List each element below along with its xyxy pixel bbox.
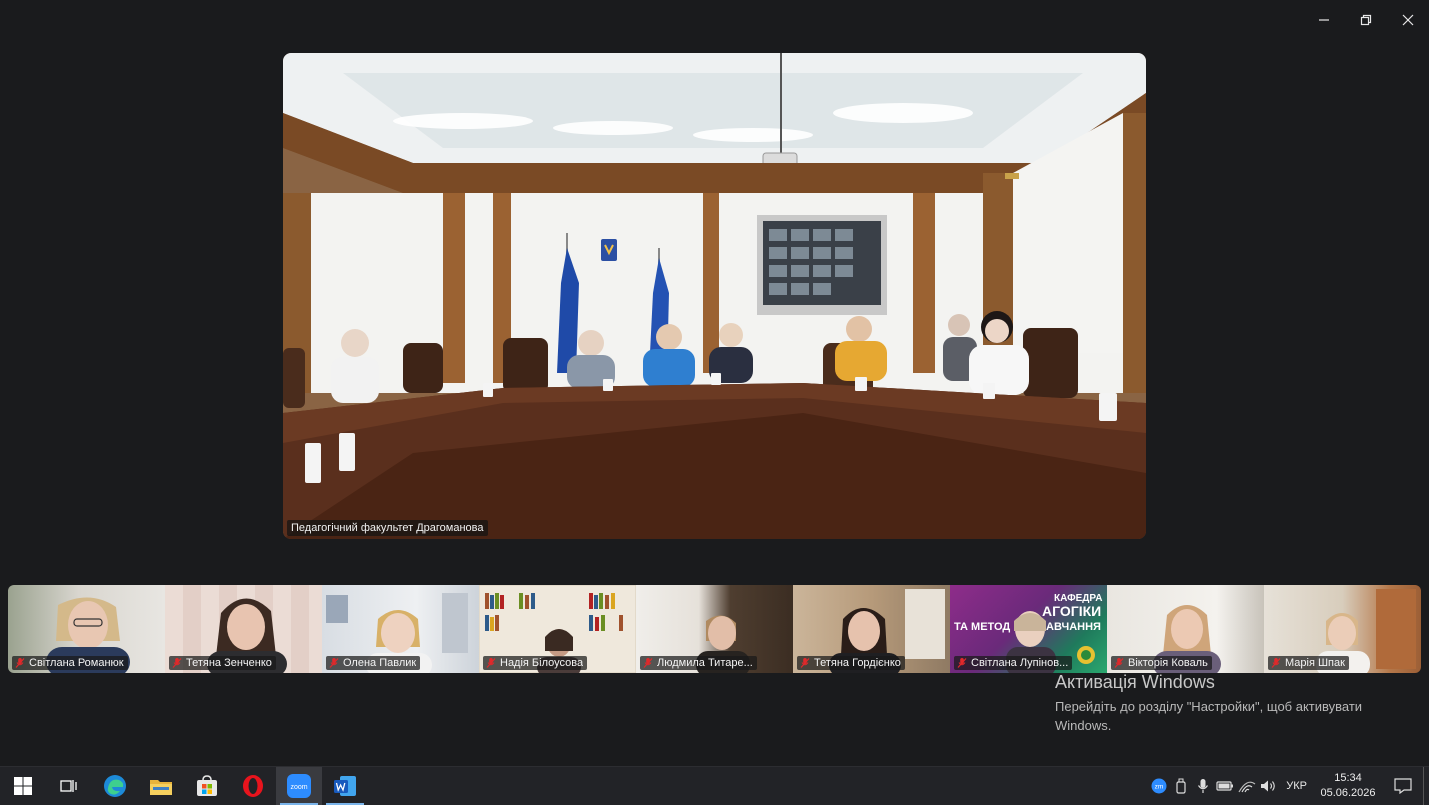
usb-device-tray-button[interactable] xyxy=(1170,767,1192,805)
participant-name: Олена Павлик xyxy=(343,657,417,669)
participant-label: Людмила Титаре... xyxy=(640,656,757,670)
participant-label: Олена Павлик xyxy=(326,656,421,670)
notifications-button[interactable] xyxy=(1383,767,1423,805)
mic-muted-icon xyxy=(329,658,339,668)
participant-tile[interactable]: Світлана Романюк xyxy=(8,585,165,673)
participant-name: Світлана Романюк xyxy=(29,657,124,669)
restore-button[interactable] xyxy=(1345,0,1387,40)
background-text: АГОГІКИ xyxy=(1042,603,1102,619)
window-controls xyxy=(1303,0,1429,40)
participant-label: Тетяна Зенченко xyxy=(169,656,276,670)
mic-muted-icon xyxy=(172,658,182,668)
battery-icon xyxy=(1216,781,1234,791)
clock-date: 05.06.2026 xyxy=(1320,787,1376,799)
show-desktop-button[interactable] xyxy=(1423,767,1429,805)
word-taskbar-button[interactable] xyxy=(322,767,368,805)
participant-name: Надія Білоусова xyxy=(500,657,584,669)
participant-tile[interactable]: КАФЕДРА АГОГІКИ ТА МЕТОД АВЧАННЯ Світлан… xyxy=(950,585,1107,673)
participant-label: Вікторія Коваль xyxy=(1111,656,1212,670)
edge-icon xyxy=(104,775,126,797)
mic-muted-icon xyxy=(643,658,653,668)
input-language-indicator[interactable]: УКР xyxy=(1280,780,1313,792)
mic-muted-icon xyxy=(15,658,25,668)
participant-name: Людмила Титаре... xyxy=(657,657,753,669)
background-text: АВЧАННЯ xyxy=(1046,621,1101,633)
mic-muted-icon xyxy=(486,658,496,668)
usb-device-icon xyxy=(1176,778,1186,794)
participant-label: Надія Білоусова xyxy=(483,656,588,670)
participant-tile[interactable]: Людмила Титаре... xyxy=(636,585,793,673)
taskbar: zoom zm УКР 15:34 05.06.2026 xyxy=(0,766,1429,805)
close-icon xyxy=(1402,14,1414,26)
mic-muted-icon xyxy=(800,658,810,668)
conference-room-scene xyxy=(283,53,1146,539)
participant-name: Тетяна Зенченко xyxy=(186,657,272,669)
participant-tile[interactable]: Тетяна Гордієнко xyxy=(793,585,950,673)
clock-time: 15:34 xyxy=(1334,772,1362,784)
participant-label: Тетяна Гордієнко xyxy=(797,656,905,670)
background-text: ТА МЕТОД xyxy=(954,621,1011,633)
volume-tray-button[interactable] xyxy=(1258,767,1280,805)
microphone-icon xyxy=(1198,779,1209,793)
store-icon xyxy=(197,775,217,796)
zoom-icon: zoom xyxy=(287,774,311,798)
windows-activation-watermark: Активація Windows Перейдіть до розділу "… xyxy=(1055,672,1385,735)
svg-text:zm: zm xyxy=(1155,784,1164,791)
participant-name: Тетяна Гордієнко xyxy=(814,657,901,669)
windows-logo-icon xyxy=(14,777,32,795)
mic-muted-icon xyxy=(1271,658,1281,668)
volume-icon xyxy=(1261,780,1276,792)
watermark-text: Перейдіть до розділу "Настройки", щоб ак… xyxy=(1055,699,1363,733)
minimize-icon xyxy=(1319,19,1329,21)
start-button[interactable] xyxy=(0,767,46,805)
opera-taskbar-button[interactable] xyxy=(230,767,276,805)
battery-tray-button[interactable] xyxy=(1214,767,1236,805)
watermark-title: Активація Windows xyxy=(1055,672,1215,692)
active-speaker-name: Педагогічний факультет Драгоманова xyxy=(287,520,488,536)
svg-text:zoom: zoom xyxy=(290,784,307,791)
minimize-button[interactable] xyxy=(1303,0,1345,40)
zoom-taskbar-button[interactable]: zoom xyxy=(276,767,322,805)
microsoft-store-taskbar-button[interactable] xyxy=(184,767,230,805)
participant-label: Світлана Романюк xyxy=(12,656,128,670)
participant-label: Марія Шпак xyxy=(1268,656,1349,670)
task-view-button[interactable] xyxy=(46,767,92,805)
zoom-tray-button[interactable]: zm xyxy=(1148,767,1170,805)
participant-tile[interactable]: Надія Білоусова xyxy=(479,585,636,673)
participant-label: Світлана Лупінов... xyxy=(954,656,1073,670)
participant-name: Світлана Лупінов... xyxy=(971,657,1069,669)
participant-gallery-strip: Світлана Романюк Тетяна Зенченко Олена П… xyxy=(8,585,1421,673)
opera-icon xyxy=(243,775,263,797)
participant-tile[interactable]: Тетяна Зенченко xyxy=(165,585,322,673)
system-tray: zm УКР 15:34 05.06.2026 xyxy=(1148,767,1429,805)
folder-icon xyxy=(150,780,172,795)
wifi-tray-button[interactable] xyxy=(1236,767,1258,805)
file-explorer-taskbar-button[interactable] xyxy=(138,767,184,805)
participant-name: Вікторія Коваль xyxy=(1128,657,1208,669)
restore-icon xyxy=(1360,14,1372,26)
notification-icon xyxy=(1394,778,1412,794)
microphone-tray-button[interactable] xyxy=(1192,767,1214,805)
participant-tile[interactable]: Марія Шпак xyxy=(1264,585,1421,673)
zoom-tray-icon: zm xyxy=(1151,778,1167,794)
wifi-icon xyxy=(1238,781,1256,793)
close-button[interactable] xyxy=(1387,0,1429,40)
clock[interactable]: 15:34 05.06.2026 xyxy=(1313,771,1383,801)
mic-muted-icon xyxy=(1114,658,1124,668)
edge-taskbar-button[interactable] xyxy=(92,767,138,805)
word-icon xyxy=(334,776,356,796)
active-speaker-video[interactable]: Педагогічний факультет Драгоманова xyxy=(283,53,1146,539)
participant-name: Марія Шпак xyxy=(1285,657,1345,669)
participant-tile[interactable]: Вікторія Коваль xyxy=(1107,585,1264,673)
task-view-icon xyxy=(60,780,77,792)
participant-tile[interactable]: Олена Павлик xyxy=(322,585,479,673)
mic-muted-icon xyxy=(957,658,967,668)
